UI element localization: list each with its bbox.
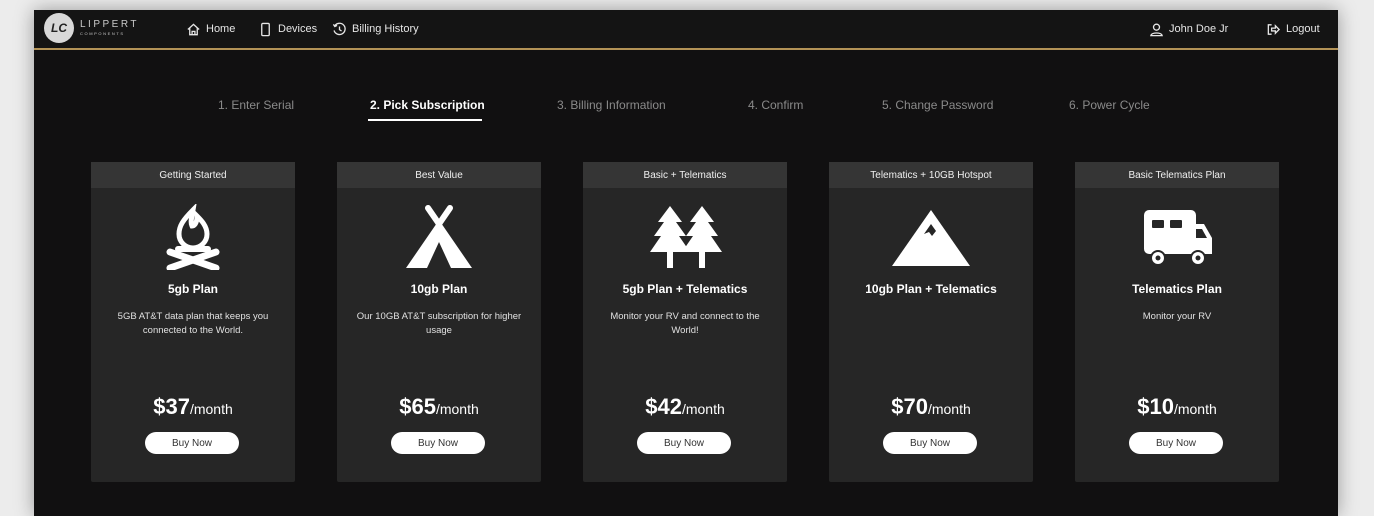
plan-icon-wrap — [829, 202, 1033, 272]
plan-title: 10gb Plan + Telematics — [865, 282, 997, 296]
nav-home[interactable]: Home — [186, 10, 235, 48]
price-period: /month — [1173, 401, 1217, 417]
logout-icon — [1267, 23, 1281, 35]
plan-price: $42/month — [583, 394, 787, 420]
price-period: /month — [435, 401, 479, 417]
nav-billing-history[interactable]: Billing History — [332, 10, 419, 48]
plan-description: Our 10GB AT&T subscription for higher us… — [356, 311, 522, 336]
active-step-underline — [368, 119, 482, 121]
plan-title: 10gb Plan — [410, 282, 468, 296]
plan-card-5gb-telematics: Basic + Telematics 5gb Plan + Telematics… — [583, 162, 787, 482]
buy-now-button[interactable]: Buy Now — [1129, 432, 1223, 454]
logo-text: LIPPERT COMPONENTS — [80, 20, 139, 36]
plan-icon-wrap — [91, 202, 295, 272]
price-amount: $10 — [1137, 394, 1174, 419]
step-power-cycle[interactable]: 6. Power Cycle — [1069, 98, 1150, 112]
mountain-icon — [892, 210, 970, 266]
nav-billing-history-label: Billing History — [352, 23, 419, 35]
price-period: /month — [189, 401, 233, 417]
user-name: John Doe Jr — [1169, 23, 1229, 35]
logout-button[interactable]: Logout — [1266, 10, 1320, 48]
plan-card-header: Basic Telematics Plan — [1075, 162, 1279, 188]
nav-devices-label: Devices — [278, 23, 318, 35]
logout-label: Logout — [1286, 23, 1320, 35]
plan-title: 5gb Plan — [167, 282, 218, 296]
app-window: LC LIPPERT COMPONENTS Home Devices Billi… — [34, 10, 1338, 516]
plan-card-header: Getting Started — [91, 162, 295, 188]
step-change-password[interactable]: 5. Change Password — [882, 98, 993, 112]
plan-icon-wrap — [1075, 202, 1279, 272]
plan-description: Monitor your RV — [1142, 311, 1212, 322]
plan-price: $70/month — [829, 394, 1033, 420]
step-billing-information[interactable]: 3. Billing Information — [557, 98, 666, 112]
plan-description: Monitor your RV and connect to the World… — [610, 311, 760, 336]
price-amount: $70 — [891, 394, 928, 419]
logo-mark: LC — [44, 13, 74, 43]
plan-card-header: Best Value — [337, 162, 541, 188]
trees-icon — [650, 206, 722, 268]
plan-description: 5GB AT&T data plan that keeps you connec… — [117, 311, 269, 336]
phone-icon — [261, 22, 270, 36]
plan-card-header: Telematics + 10GB Hotspot — [829, 162, 1033, 188]
buy-now-button[interactable]: Buy Now — [391, 432, 485, 454]
plan-card-10gb: Best Value 10gb Plan Our 10GB AT&T subsc… — [337, 162, 541, 482]
logo-subname: COMPONENTS — [80, 31, 125, 36]
logo-monogram: LC — [51, 21, 67, 35]
plan-price: $65/month — [337, 394, 541, 420]
plan-card-5gb: Getting Started 5gb Plan 5GB AT&T data p… — [91, 162, 295, 482]
plan-icon-wrap — [337, 202, 541, 272]
plan-card-telematics: Basic Telematics Plan Telematics Plan Mo… — [1075, 162, 1279, 482]
nav-home-label: Home — [206, 23, 236, 35]
top-navbar: LC LIPPERT COMPONENTS Home Devices Billi… — [34, 10, 1338, 50]
plan-price: $37/month — [91, 394, 295, 420]
history-icon — [332, 22, 346, 35]
step-confirm[interactable]: 4. Confirm — [748, 98, 803, 112]
step-pick-subscription[interactable]: 2. Pick Subscription — [370, 98, 485, 112]
campfire-icon — [166, 204, 220, 270]
home-icon — [187, 22, 200, 35]
user-menu[interactable]: John Doe Jr — [1149, 10, 1228, 48]
plan-title: 5gb Plan + Telematics — [622, 282, 748, 296]
plan-title: Telematics Plan — [1132, 282, 1222, 296]
price-amount: $42 — [645, 394, 682, 419]
buy-now-button[interactable]: Buy Now — [883, 432, 977, 454]
rv-icon — [1144, 210, 1212, 266]
price-amount: $65 — [399, 394, 436, 419]
plan-icon-wrap — [583, 202, 787, 272]
plan-price: $10/month — [1075, 394, 1279, 420]
price-period: /month — [927, 401, 971, 417]
buy-now-button[interactable]: Buy Now — [637, 432, 731, 454]
brand-logo[interactable]: LC LIPPERT COMPONENTS — [44, 13, 139, 43]
price-period: /month — [681, 401, 725, 417]
user-icon — [1150, 22, 1163, 36]
plan-card-header: Basic + Telematics — [583, 162, 787, 188]
price-amount: $37 — [153, 394, 190, 419]
step-enter-serial[interactable]: 1. Enter Serial — [218, 98, 294, 112]
logo-name: LIPPERT — [80, 19, 139, 30]
nav-devices[interactable]: Devices — [258, 10, 317, 48]
plan-card-10gb-telematics: Telematics + 10GB Hotspot 10gb Plan + Te… — [829, 162, 1033, 482]
tent-icon — [406, 205, 472, 268]
buy-now-button[interactable]: Buy Now — [145, 432, 239, 454]
